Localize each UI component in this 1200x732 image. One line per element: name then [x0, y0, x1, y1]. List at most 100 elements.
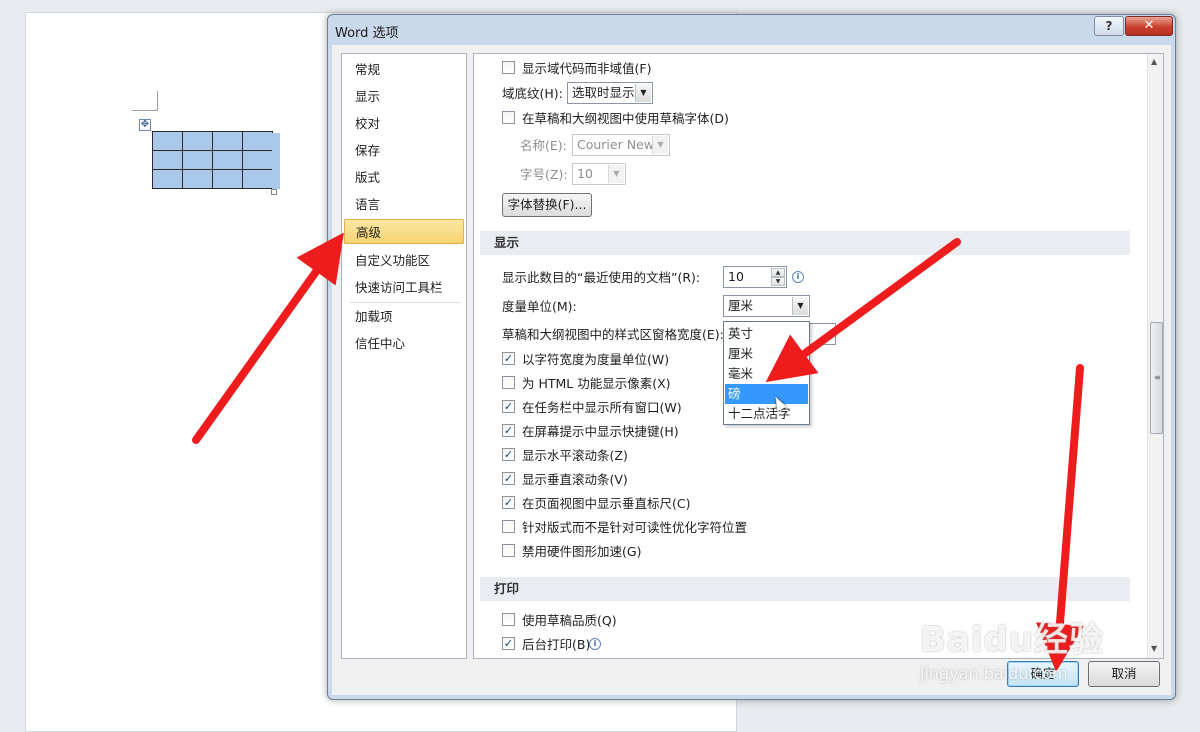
recent-docs-row: 显示此数目的“最近使用的文档”(R):	[502, 267, 700, 287]
measure-unit-value: 厘米	[728, 298, 754, 313]
checkbox-label: 使用草稿品质(Q)	[522, 612, 617, 628]
checkbox-unchecked[interactable]	[502, 544, 515, 557]
nav-item-layout[interactable]: 版式	[344, 165, 464, 190]
measure-unit-dropdown-list[interactable]: 英寸 厘米 毫米 磅 十二点活字	[723, 321, 810, 425]
table-cell[interactable]	[182, 131, 213, 151]
checkbox-unchecked[interactable]	[502, 376, 515, 389]
spin-up-icon[interactable]: ▲	[771, 268, 785, 277]
checkbox-checked[interactable]: ✓	[502, 400, 515, 413]
checkbox-checked[interactable]: ✓	[502, 448, 515, 461]
scroll-up-icon[interactable]: ▲	[1151, 57, 1157, 66]
table-cell[interactable]	[242, 150, 273, 170]
table-cell[interactable]	[182, 169, 213, 189]
font-substitution-button[interactable]: 字体替换(F)...	[502, 193, 592, 217]
table-cell[interactable]	[212, 169, 243, 189]
nav-item-language[interactable]: 语言	[344, 192, 464, 217]
dialog-titlebar[interactable]: Word 选项 ? ✕	[328, 15, 1175, 45]
style-pane-width-label: 草稿和大纲视图中的样式区窗格宽度(E):	[502, 326, 724, 342]
checkbox-row[interactable]: ✓ 显示垂直滚动条(V)	[502, 469, 628, 489]
field-shading-row: 域底纹(H):	[502, 83, 563, 103]
font-name-value: Courier New	[577, 137, 654, 152]
watermark-sub: jingyan.baidu.com	[920, 664, 1068, 683]
checkbox-label: 后台打印(B)	[522, 636, 591, 652]
dropdown-option[interactable]: 厘米	[725, 344, 808, 364]
close-button[interactable]: ✕	[1125, 16, 1173, 36]
document-table[interactable]	[152, 131, 273, 189]
chevron-down-icon[interactable]: ▼	[608, 165, 624, 183]
dropdown-option-highlighted[interactable]: 磅	[725, 384, 808, 404]
font-name-select[interactable]: Courier New ▼	[572, 134, 670, 156]
info-icon: i	[589, 638, 601, 650]
checkbox-label: 针对版式而不是针对可读性优化字符位置	[522, 519, 748, 535]
checkbox-row[interactable]: 为 HTML 功能显示像素(X)	[502, 373, 671, 393]
nav-item-save[interactable]: 保存	[344, 138, 464, 163]
checkbox-row[interactable]: ✓ 在页面视图中显示垂直标尺(C)	[502, 493, 690, 513]
spin-down-icon[interactable]: ▼	[771, 277, 785, 286]
field-shading-value: 选取时显示	[572, 85, 635, 100]
nav-item-display[interactable]: 显示	[344, 84, 464, 109]
font-size-select[interactable]: 10 ▼	[572, 163, 626, 185]
checkbox-row[interactable]: 使用草稿品质(Q)	[502, 610, 617, 630]
checkbox-checked[interactable]: ✓	[502, 424, 515, 437]
nav-item-trust-center[interactable]: 信任中心	[344, 331, 464, 356]
nav-item-advanced[interactable]: 高级	[344, 219, 464, 244]
checkbox-row[interactable]: ✓ 在任务栏中显示所有窗口(W)	[502, 397, 682, 417]
checkbox-checked[interactable]: ✓	[502, 472, 515, 485]
nav-item-add-ins[interactable]: 加载项	[344, 304, 464, 329]
baidu-watermark: Baidu经验 jingyan.baidu.com	[920, 592, 1160, 692]
draft-font-label: 在草稿和大纲视图中使用草稿字体(D)	[522, 110, 729, 126]
chevron-down-icon[interactable]: ▼	[792, 297, 808, 315]
checkbox-checked[interactable]: ✓	[502, 496, 515, 509]
scrollbar-thumb[interactable]: ≡	[1150, 322, 1163, 434]
nav-item-general[interactable]: 常规	[344, 57, 464, 82]
font-name-label: 名称(E):	[520, 137, 567, 153]
nav-item-proofing[interactable]: 校对	[344, 111, 464, 136]
table-cell[interactable]	[152, 131, 183, 151]
field-codes-row[interactable]: 显示域代码而非域值(F)	[502, 58, 651, 78]
table-cell[interactable]	[152, 169, 183, 189]
checkbox-label: 在任务栏中显示所有窗口(W)	[522, 399, 682, 415]
checkbox-row[interactable]: 针对版式而不是针对可读性优化字符位置	[502, 517, 747, 537]
draft-font-checkbox[interactable]	[502, 111, 515, 124]
dropdown-option[interactable]: 毫米	[725, 364, 808, 384]
recent-docs-spinner[interactable]: 10 ▲ ▼	[723, 266, 787, 288]
table-cell[interactable]	[242, 169, 273, 189]
options-nav: 常规 显示 校对 保存 版式 语言 高级 自定义功能区 快速访问工具栏 加载项 …	[341, 53, 467, 659]
table-cell[interactable]	[182, 150, 213, 170]
chevron-down-icon[interactable]: ▼	[652, 136, 668, 154]
field-codes-label: 显示域代码而非域值(F)	[522, 60, 652, 76]
field-codes-checkbox[interactable]	[502, 61, 515, 74]
dialog-title: Word 选项	[335, 26, 399, 41]
dropdown-option[interactable]: 十二点活字	[725, 404, 808, 424]
chevron-down-icon[interactable]: ▼	[635, 84, 651, 102]
measure-unit-label: 度量单位(M):	[502, 298, 577, 314]
field-shading-select[interactable]: 选取时显示 ▼	[567, 82, 653, 104]
nav-item-quick-access-toolbar[interactable]: 快速访问工具栏	[344, 275, 464, 300]
measure-unit-select[interactable]: 厘米 ▼	[723, 295, 810, 317]
draft-font-row[interactable]: 在草稿和大纲视图中使用草稿字体(D)	[502, 108, 729, 128]
font-size-label: 字号(Z):	[520, 166, 568, 182]
checkbox-row[interactable]: ✓ 显示水平滚动条(Z)	[502, 445, 628, 465]
checkbox-checked[interactable]: ✓	[502, 637, 515, 650]
pane-scrollbar[interactable]: ▲ ≡ ▼	[1147, 54, 1163, 658]
nav-item-customize-ribbon[interactable]: 自定义功能区	[344, 248, 464, 273]
checkbox-row[interactable]: ✓ 后台打印(B)	[502, 634, 590, 654]
checkbox-label: 以字符宽度为度量单位(W)	[522, 351, 670, 367]
font-size-value: 10	[577, 166, 593, 181]
checkbox-row[interactable]: ✓ 以字符宽度为度量单位(W)	[502, 349, 669, 369]
table-cell[interactable]	[212, 150, 243, 170]
table-cell[interactable]	[212, 131, 243, 151]
table-cell[interactable]	[152, 150, 183, 170]
checkbox-unchecked[interactable]	[502, 613, 515, 626]
help-button[interactable]: ?	[1094, 16, 1124, 36]
display-section-header: 显示	[480, 231, 1130, 255]
dropdown-option[interactable]: 英寸	[725, 324, 808, 344]
table-resize-handle[interactable]	[271, 189, 277, 195]
table-cell[interactable]	[242, 131, 273, 151]
watermark-main: Baidu经验	[920, 620, 1105, 660]
checkbox-row[interactable]: ✓ 在屏幕提示中显示快捷键(H)	[502, 421, 679, 441]
checkbox-row[interactable]: 禁用硬件图形加速(G)	[502, 541, 641, 561]
checkbox-unchecked[interactable]	[502, 520, 515, 533]
table-move-handle-icon[interactable]: ✥	[139, 119, 151, 131]
checkbox-checked[interactable]: ✓	[502, 352, 515, 365]
